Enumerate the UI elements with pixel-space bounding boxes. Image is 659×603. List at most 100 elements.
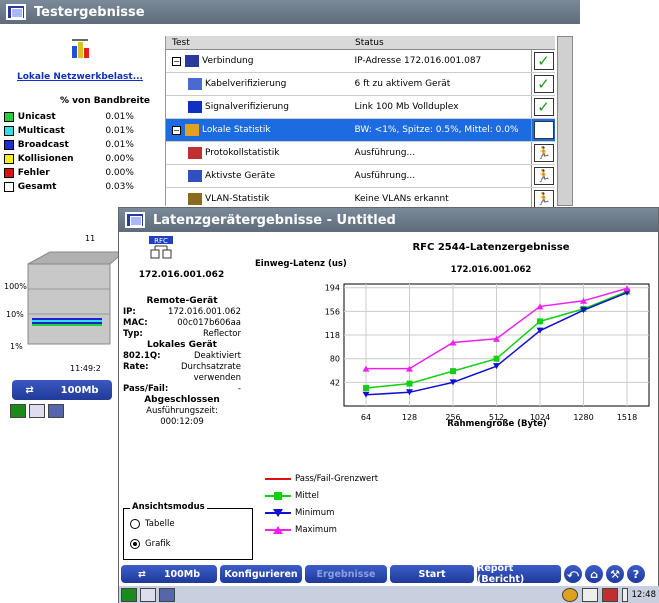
graph-top-label: 11 bbox=[85, 234, 96, 243]
check-icon: ✓ bbox=[533, 75, 554, 93]
tree-header-status[interactable]: Status bbox=[349, 36, 532, 49]
x-tick-label: 1280 bbox=[573, 413, 593, 422]
help-icon[interactable]: ? bbox=[627, 565, 645, 583]
tree-row[interactable]: Signalverifizierung Link 100 Mb Vollduple… bbox=[166, 96, 555, 119]
stat-color-swatch bbox=[4, 182, 14, 192]
legend-swatch bbox=[265, 477, 291, 480]
radio-graph[interactable] bbox=[130, 539, 140, 549]
tree-row-status: Ausführung... bbox=[354, 171, 416, 181]
tree-row[interactable]: Aktivste Geräte Ausführung... 🏃 bbox=[166, 165, 555, 188]
back-icon[interactable]: ⤺ bbox=[564, 565, 582, 583]
rfc-icon: RFC bbox=[149, 236, 173, 259]
keyboard-icon[interactable] bbox=[140, 587, 156, 602]
test-tree: Test Status − Verbindung IP-Adresse 172.01… bbox=[165, 36, 555, 211]
speaker-muted-icon[interactable] bbox=[601, 587, 618, 602]
tree-row-status: Ausführung... bbox=[354, 148, 416, 158]
data-point bbox=[363, 384, 369, 391]
legend-label: Minimum bbox=[295, 507, 335, 518]
tree-scrollbar[interactable] bbox=[557, 36, 573, 206]
x-tick-label: 256 bbox=[445, 413, 460, 422]
window-switch-icon[interactable] bbox=[159, 587, 175, 602]
data-point bbox=[493, 355, 500, 362]
stat-color-swatch bbox=[4, 154, 14, 164]
tree-row-status: Link 100 Mb Vollduplex bbox=[354, 102, 459, 112]
tree-row[interactable]: − Lokale Statistik BW: <1%, Spitze: 0.5%, … bbox=[166, 119, 555, 142]
bg-start-icon[interactable] bbox=[10, 404, 26, 418]
bandwidth-graph: 11 100% 10% 1% 11:49:2 bbox=[0, 230, 125, 373]
bg-keyboard-icon[interactable] bbox=[29, 404, 45, 418]
bg-speed-label: 100Mb bbox=[60, 384, 99, 396]
results-button[interactable]: Ergebnisse bbox=[305, 565, 387, 583]
view-mode-table[interactable]: Tabelle bbox=[130, 519, 175, 529]
ip-label: IP: bbox=[123, 307, 136, 317]
computer-icon bbox=[188, 170, 202, 182]
app-title[interactable]: Lokale Netzwerkbelast... bbox=[4, 72, 156, 82]
y-tick-label: 42 bbox=[330, 378, 340, 387]
x-tick-label: 512 bbox=[489, 413, 504, 422]
protocol-icon bbox=[188, 147, 202, 159]
tree-row-label: Verbindung bbox=[202, 56, 254, 66]
tree-row-test: Protokollstatistik bbox=[166, 147, 349, 159]
stat-row-multicast: Multicast 0.01% bbox=[4, 124, 154, 138]
tools-icon[interactable]: ⚒ bbox=[606, 565, 624, 583]
rate-label: Rate: bbox=[123, 362, 149, 372]
view-mode-graph[interactable]: Grafik bbox=[130, 539, 171, 549]
report-button[interactable]: Report (Bericht) bbox=[477, 563, 561, 585]
document-icon[interactable] bbox=[581, 587, 598, 602]
legend-item: Minimum bbox=[263, 504, 378, 521]
network-status-icon[interactable] bbox=[561, 587, 578, 602]
tree-row[interactable]: Protokollstatistik Ausführung... 🏃 bbox=[166, 142, 555, 165]
data-point bbox=[406, 380, 413, 387]
tree-row-indicator: ✓ bbox=[531, 73, 555, 95]
configure-button[interactable]: Konfigurieren bbox=[220, 565, 302, 583]
background-window-title: Testergebnisse bbox=[34, 4, 145, 20]
check-icon: ✓ bbox=[533, 52, 554, 70]
bg-speed-button[interactable]: ⇄ 100Mb bbox=[12, 380, 112, 400]
window-titlebar[interactable]: Latenzgerätergebnisse - Untitled bbox=[119, 208, 658, 232]
running-icon: 🏃 bbox=[533, 144, 554, 162]
network-load-icon[interactable] bbox=[70, 38, 92, 60]
tree-row-indicator: ✓ bbox=[531, 96, 555, 118]
tree-header-test[interactable]: Test bbox=[166, 36, 349, 49]
home-icon[interactable]: ⌂ bbox=[585, 565, 603, 583]
tree-row-status: 6 ft zu aktivem Gerät bbox=[354, 79, 451, 89]
tree-row[interactable]: − Verbindung IP-Adresse 172.016.001.087 ✓ bbox=[166, 50, 555, 73]
background-window-titlebar[interactable]: Testergebnisse bbox=[0, 0, 580, 24]
legend-item: Maximum bbox=[263, 521, 378, 538]
tree-row-indicator: ≡ bbox=[531, 119, 555, 141]
bg-window-icon[interactable] bbox=[48, 404, 64, 418]
tree-row-test: Aktivste Geräte bbox=[166, 170, 349, 182]
tree-row-test: Kabelverifizierung bbox=[166, 78, 349, 90]
stat-row-unicast: Unicast 0.01% bbox=[4, 110, 154, 124]
latency-results-window: Latenzgerätergebnisse - Untitled RFC 172… bbox=[118, 207, 659, 603]
clock[interactable]: 12:48 bbox=[632, 590, 657, 600]
stat-value: 0.01% bbox=[105, 140, 134, 150]
passfail-value: - bbox=[237, 384, 241, 394]
mac-label: MAC: bbox=[123, 318, 148, 328]
bar-icon: ≡ bbox=[533, 121, 554, 139]
speed-label: 100Mb bbox=[163, 568, 201, 580]
bg-taskbar bbox=[10, 404, 64, 418]
tree-row-indicator: 🏃 bbox=[531, 165, 555, 187]
start-menu-icon[interactable] bbox=[121, 587, 137, 602]
tree-row[interactable]: Kabelverifizierung 6 ft zu aktivem Gerät ✓ bbox=[166, 73, 555, 96]
latency-chart: RFC 2544-Latenzergebnisse 172.016.001.062… bbox=[255, 242, 650, 429]
collapse-icon[interactable]: − bbox=[172, 125, 181, 135]
chart-icon bbox=[185, 124, 199, 136]
collapse-icon[interactable]: − bbox=[172, 56, 181, 66]
tree-row-label: Aktivste Geräte bbox=[205, 171, 276, 181]
window-icon bbox=[125, 212, 145, 228]
monitor-icon bbox=[185, 55, 199, 67]
data-point bbox=[450, 368, 456, 375]
speed-button[interactable]: ⇄ 100Mb bbox=[121, 565, 217, 583]
tree-row-indicator: 🏃 bbox=[531, 142, 555, 164]
view-mode-group: Ansichtsmodus Tabelle Grafik bbox=[123, 502, 253, 560]
cable-icon bbox=[188, 78, 202, 90]
stat-color-swatch bbox=[4, 140, 14, 150]
tree-row-label: VLAN-Statistik bbox=[205, 194, 270, 204]
vlan-value: Deaktiviert bbox=[193, 351, 241, 361]
chart-title: RFC 2544-Latenzergebnisse bbox=[412, 242, 569, 253]
radio-table[interactable] bbox=[130, 519, 140, 529]
start-button[interactable]: Start bbox=[390, 565, 474, 583]
stat-name: Gesamt bbox=[17, 182, 57, 192]
